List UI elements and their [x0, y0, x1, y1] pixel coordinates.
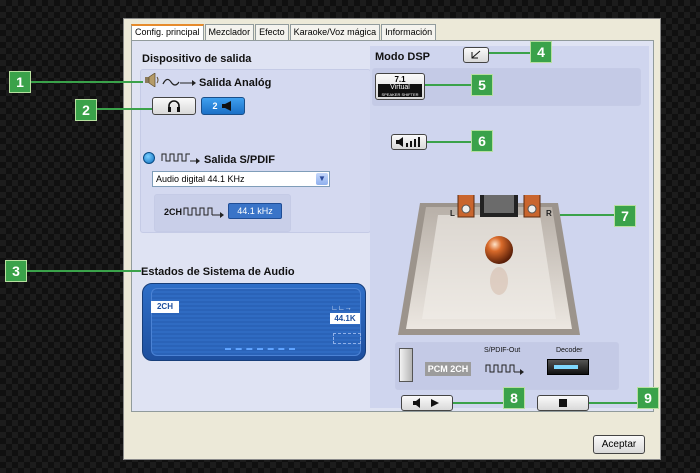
tab-bar: Config. principal Mezclador Efecto Karao… — [131, 24, 437, 40]
dsp-mode-heading: Modo DSP — [375, 51, 430, 63]
stop-icon — [559, 399, 567, 407]
virtual-bottom-label: SPEAKER SHIFTER — [378, 92, 422, 97]
speaker-play-icon — [413, 398, 439, 408]
speaker-count-label: 2 — [212, 101, 218, 111]
speaker-small-icon — [221, 101, 231, 111]
speaker-levels-button[interactable] — [391, 134, 427, 150]
tab-karaoke[interactable]: Karaoke/Voz mágica — [289, 24, 381, 40]
spdif-signal-icon — [183, 205, 225, 218]
left-speaker-label: L — [450, 209, 455, 218]
decoder-label: Decoder — [556, 347, 583, 354]
status-input-indicator — [333, 333, 361, 344]
status-display: 2CH ∟∟→ 44.1K — [142, 283, 366, 361]
spdif-rate-badge: 44.1 kHz — [228, 203, 282, 219]
callout-1: 1 — [9, 71, 31, 93]
two-speaker-button[interactable]: 2 — [201, 97, 245, 115]
spdif-port-icon — [143, 152, 155, 164]
callout-3: 3 — [5, 260, 27, 282]
callout-2: 2 — [75, 99, 97, 121]
accept-button[interactable]: Aceptar — [593, 435, 645, 454]
callout-7-line — [560, 214, 614, 216]
callout-5-line — [425, 84, 471, 86]
speaker-icon — [144, 72, 160, 88]
virtual-speaker-shifter-button[interactable]: 7.1 Virtual SPEAKER SHIFTER — [375, 73, 425, 100]
spdif-out-signal-icon — [485, 362, 525, 375]
status-rate: 44.1K — [330, 313, 360, 324]
callout-8: 8 — [503, 387, 525, 409]
callout-8-line — [453, 402, 503, 404]
arrow-back-icon — [471, 50, 481, 59]
dsp-back-button[interactable] — [463, 47, 489, 63]
callout-6-line — [427, 141, 471, 143]
stop-button[interactable] — [537, 395, 589, 411]
analog-output-label: Salida Analóg — [199, 77, 272, 89]
spdif-out-label: S/PDIF-Out — [484, 347, 521, 354]
speaker-levels-icon — [396, 137, 420, 147]
callout-3-line — [27, 270, 141, 272]
headphone-button[interactable] — [152, 97, 196, 115]
tab-mezclador[interactable]: Mezclador — [204, 24, 255, 40]
callout-4: 4 — [530, 41, 552, 63]
callout-2-line — [97, 108, 152, 110]
spdif-channel-label: 2CH — [164, 207, 183, 217]
callout-5: 5 — [471, 74, 493, 96]
tab-config-principal[interactable]: Config. principal — [131, 24, 204, 40]
callout-6: 6 — [471, 130, 493, 152]
spdif-format-value: Audio digital 44.1 KHz — [156, 174, 245, 184]
analog-wave-icon — [162, 75, 196, 87]
decoder-receiver-icon — [547, 359, 589, 375]
spdif-output-label: Salida S/PDIF — [204, 154, 275, 166]
digital-wave-icon — [161, 151, 201, 165]
tab-efecto[interactable]: Efecto — [255, 24, 289, 40]
test-play-button[interactable] — [401, 395, 453, 411]
headphone-icon — [168, 100, 180, 112]
virtual-mid-label: Virtual — [378, 84, 422, 92]
pc-tower-icon — [399, 348, 413, 382]
output-device-heading: Dispositivo de salida — [142, 53, 252, 65]
status-channels: 2CH — [151, 301, 179, 313]
status-signal-icon: ∟∟→ — [331, 305, 352, 312]
chevron-down-icon: ▼ — [316, 173, 328, 185]
status-level-bar — [225, 348, 295, 352]
callout-1-line — [31, 81, 143, 83]
tab-informacion[interactable]: Información — [381, 24, 437, 40]
audio-status-heading: Estados de Sistema de Audio — [141, 266, 295, 278]
pcm-format-badge: PCM 2CH — [425, 362, 471, 376]
spdif-format-select[interactable]: Audio digital 44.1 KHz ▼ — [152, 171, 330, 187]
right-speaker-label: R — [546, 209, 552, 218]
callout-9: 9 — [637, 387, 659, 409]
callout-4-line — [489, 52, 530, 54]
callout-7: 7 — [614, 205, 636, 227]
callout-9-line — [589, 402, 637, 404]
speaker-room-illustration: L R — [398, 186, 580, 335]
virtual-top-label: 7.1 — [394, 75, 406, 84]
